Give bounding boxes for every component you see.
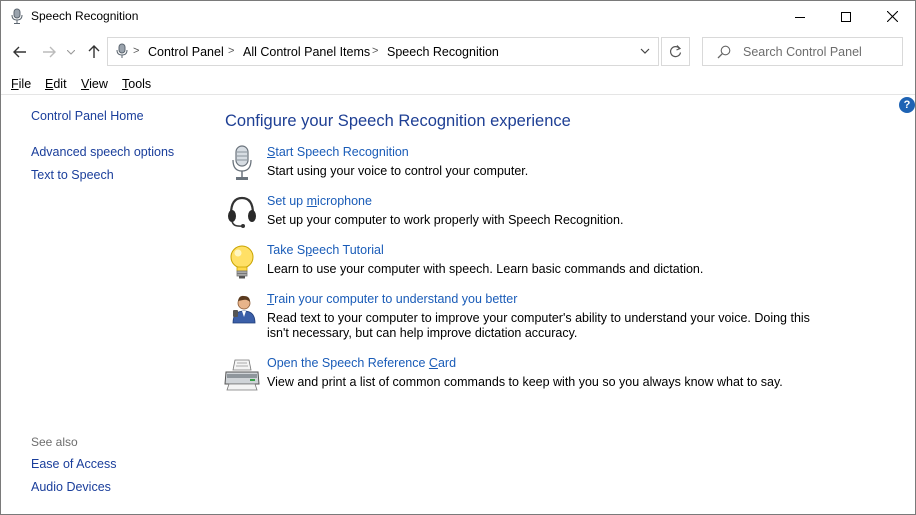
up-button[interactable]	[83, 40, 105, 64]
control-panel-home-link[interactable]: Control Panel Home	[31, 109, 144, 123]
address-bar[interactable]: > Control Panel > All Control Panel Item…	[107, 37, 659, 66]
microphone-icon	[232, 145, 252, 180]
breadcrumb-all-items[interactable]: All Control Panel Items	[243, 45, 370, 59]
ease-of-access-link[interactable]: Ease of Access	[31, 457, 116, 471]
menu-file[interactable]: File	[11, 77, 31, 91]
task-description: Read text to your computer to improve yo…	[267, 311, 810, 340]
search-input[interactable]	[743, 42, 898, 62]
arrow-left-icon	[13, 46, 26, 58]
search-box[interactable]	[702, 37, 903, 66]
train-computer-link[interactable]: Train your computer to understand you be…	[267, 292, 517, 306]
breadcrumb-separator[interactable]: >	[133, 45, 139, 57]
arrow-up-icon	[88, 45, 100, 58]
task-description: Set up your computer to work properly wi…	[267, 213, 624, 227]
task-description: Learn to use your computer with speech. …	[267, 262, 704, 276]
user-icon	[232, 295, 256, 324]
chevron-down-icon	[67, 49, 75, 55]
set-up-microphone-link[interactable]: Set up microphone	[267, 194, 372, 208]
chevron-down-icon[interactable]	[640, 46, 650, 56]
menu-tools[interactable]: Tools	[122, 77, 151, 91]
task-description: Start using your voice to control your c…	[267, 164, 529, 178]
menu-edit[interactable]: Edit	[45, 77, 67, 91]
advanced-speech-options-link[interactable]: Advanced speech options	[31, 145, 174, 159]
minimize-button[interactable]	[777, 1, 823, 32]
breadcrumb-speech-recognition[interactable]: Speech Recognition	[387, 45, 499, 59]
take-speech-tutorial-link[interactable]: Take Speech Tutorial	[267, 243, 384, 257]
menu-bar: File Edit View Tools	[1, 72, 915, 95]
start-speech-recognition-link[interactable]: Start Speech Recognition	[267, 145, 409, 159]
close-icon	[886, 11, 898, 22]
microphone-icon	[11, 8, 23, 24]
speech-recognition-window: Speech Recognition > Control Panel > All…	[0, 0, 916, 515]
close-button[interactable]	[869, 1, 915, 32]
window-title: Speech Recognition	[31, 9, 139, 23]
text-to-speech-link[interactable]: Text to Speech	[31, 168, 114, 182]
lightbulb-icon	[230, 245, 254, 279]
breadcrumb-control-panel[interactable]: Control Panel	[148, 45, 224, 59]
menu-view[interactable]: View	[81, 77, 108, 91]
breadcrumb-separator[interactable]: >	[228, 45, 234, 57]
navigation-bar: > Control Panel > All Control Panel Item…	[1, 32, 915, 72]
printer-icon	[224, 359, 260, 391]
page-title: Configure your Speech Recognition experi…	[225, 112, 571, 130]
minimize-icon	[795, 16, 805, 18]
help-button[interactable]: ?	[899, 97, 915, 113]
maximize-button[interactable]	[823, 1, 869, 32]
open-reference-card-link[interactable]: Open the Speech Reference Card	[267, 356, 456, 370]
microphone-icon	[116, 43, 128, 58]
task-description: View and print a list of common commands…	[267, 375, 783, 389]
title-bar: Speech Recognition	[1, 1, 915, 32]
refresh-button[interactable]	[661, 37, 690, 66]
recent-locations-button[interactable]	[64, 40, 78, 64]
forward-button[interactable]	[38, 40, 60, 64]
headset-icon	[228, 196, 256, 228]
audio-devices-link[interactable]: Audio Devices	[31, 480, 111, 494]
breadcrumb-separator[interactable]: >	[372, 45, 378, 57]
maximize-icon	[841, 11, 851, 22]
arrow-right-icon	[43, 46, 56, 58]
see-also-heading: See also	[31, 435, 78, 449]
search-icon	[717, 45, 731, 59]
back-button[interactable]	[9, 40, 31, 64]
refresh-icon	[669, 45, 682, 58]
question-icon: ?	[903, 99, 911, 111]
